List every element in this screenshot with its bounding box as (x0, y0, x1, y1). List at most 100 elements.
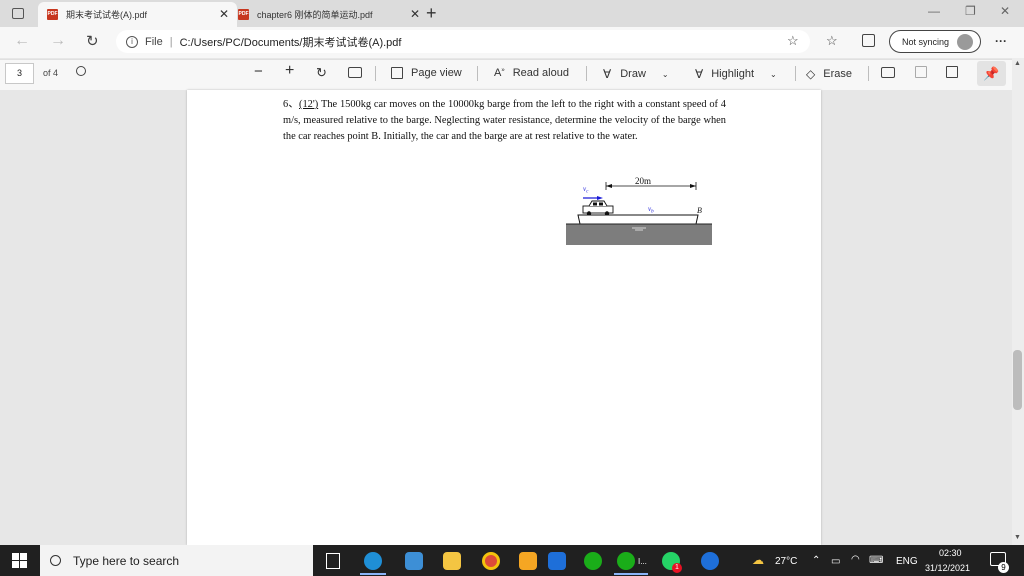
divider (586, 66, 587, 81)
new-tab-button[interactable]: + (426, 3, 437, 24)
barge-hull (577, 214, 699, 225)
car-velocity-label: vc (583, 185, 589, 195)
problem-figure: 20m vc vb B (566, 176, 712, 245)
clock-date[interactable]: 31/12/2021 (925, 563, 970, 573)
save-as-icon[interactable] (946, 66, 958, 78)
pdf-icon: PDF (238, 9, 249, 20)
vertical-scrollbar[interactable] (1012, 58, 1024, 545)
save-icon[interactable] (915, 66, 927, 78)
language-indicator[interactable]: ENG (896, 556, 918, 567)
barge-velocity-label: vb (648, 205, 654, 215)
collections-icon[interactable] (862, 34, 875, 47)
problem-text: The 1500kg car moves on the 10000kg barg… (283, 99, 726, 142)
draw-icon: ∀ (603, 67, 612, 81)
file-scheme-label: File (145, 35, 163, 48)
tab-title: 期末考试试卷(A).pdf (66, 10, 148, 20)
battery-icon[interactable]: ▭ (831, 556, 840, 567)
avatar (957, 33, 974, 50)
store-icon[interactable] (519, 552, 537, 570)
distance-label: 20m (635, 176, 651, 186)
info-icon[interactable]: i (126, 35, 138, 48)
page-number-input[interactable]: 3 (5, 63, 34, 84)
wifi-icon[interactable]: ◠ (851, 554, 860, 565)
divider: | (169, 35, 173, 48)
restore-icon[interactable]: ❐ (965, 4, 976, 18)
search-icon[interactable] (76, 66, 86, 76)
keyboard-icon[interactable]: ⌨ (869, 555, 883, 566)
clock-time[interactable]: 02:30 (939, 548, 962, 558)
rotate-icon[interactable]: ↻ (316, 65, 327, 81)
erase-label: Erase (823, 68, 852, 80)
read-aloud-button[interactable]: A» Read aloud (494, 67, 569, 79)
edge-active-indicator (360, 573, 386, 575)
divider (868, 66, 869, 81)
draw-button[interactable]: ∀ Draw ⌄ (603, 67, 669, 81)
eraser-icon: ◇ (806, 67, 816, 81)
edge-icon[interactable] (364, 552, 382, 570)
address-input[interactable]: i File | C:/Users/PC/Documents/期末考试试卷(A)… (116, 30, 810, 53)
page-view-label: Page view (411, 67, 462, 79)
window-close-icon[interactable]: ✕ (1000, 4, 1010, 18)
mail-icon[interactable] (548, 552, 566, 570)
page-total-label: of 4 (43, 68, 59, 78)
wechat-window-icon[interactable] (617, 552, 635, 570)
back-icon[interactable]: ← (14, 32, 30, 50)
car-velocity-arrowhead (597, 196, 603, 200)
pin-icon: 📌 (983, 66, 1000, 81)
divider (795, 66, 796, 81)
scroll-thumb[interactable] (1013, 350, 1022, 410)
close-icon[interactable]: ✕ (410, 7, 420, 21)
profile-sync-button[interactable]: Not syncing (889, 30, 981, 53)
task-view-icon[interactable] (326, 553, 340, 569)
chevron-down-icon[interactable]: ⌄ (662, 70, 669, 79)
erase-button[interactable]: ◇ Erase (806, 67, 852, 81)
zoom-in-icon[interactable]: + (285, 62, 294, 80)
pdf-icon: PDF (47, 9, 58, 20)
divider (477, 66, 478, 81)
more-menu-icon[interactable]: ··· (995, 34, 1007, 48)
close-icon[interactable]: ✕ (219, 7, 229, 21)
minimize-icon[interactable]: — (928, 4, 940, 18)
forward-icon[interactable]: → (50, 32, 66, 50)
page-view-icon (391, 67, 403, 79)
problem-points: (12') (299, 99, 319, 110)
pin-toolbar-button[interactable]: 📌 (977, 61, 1006, 86)
wechat-window-label: I... (638, 557, 647, 566)
windows-start-icon[interactable] (12, 553, 27, 568)
taskbar-search-input[interactable]: Type here to search (40, 545, 313, 576)
update-icon[interactable] (701, 552, 719, 570)
highlight-button[interactable]: ∀ Highlight ⌄ (695, 67, 777, 81)
weather-temperature[interactable]: 27°C (775, 556, 797, 567)
chevron-down-icon[interactable]: ⌄ (770, 70, 777, 79)
draw-label: Draw (620, 68, 646, 80)
tab-actions-icon[interactable] (12, 8, 24, 19)
scroll-up-icon[interactable]: ▲ (1014, 60, 1021, 67)
page-view-button[interactable]: Page view (391, 67, 462, 79)
tab-exam-pdf[interactable]: PDF 期末考试试卷(A).pdf ✕ (38, 2, 237, 27)
chevron-up-icon[interactable]: ⌃ (812, 555, 820, 566)
car-icon (582, 200, 614, 216)
sync-label: Not syncing (902, 36, 950, 47)
wechat-icon[interactable] (584, 552, 602, 570)
zoom-out-icon[interactable]: − (254, 63, 263, 80)
favorite-add-icon[interactable]: ☆ (787, 33, 799, 49)
wechat-active-indicator (614, 573, 648, 575)
fit-page-icon[interactable] (348, 67, 362, 78)
print-icon[interactable] (881, 67, 895, 78)
whatsapp-badge: 1 (672, 563, 682, 573)
tab-chapter6-pdf[interactable]: PDF chapter6 刚体的简单运动.pdf ✕ (229, 2, 428, 27)
search-placeholder: Type here to search (73, 553, 180, 568)
tab-title: chapter6 刚体的简单运动.pdf (257, 10, 373, 20)
problem-paragraph: 6、(12') The 1500kg car moves on the 1000… (283, 97, 726, 145)
refresh-icon[interactable]: ↻ (86, 32, 99, 50)
water-body (566, 224, 712, 245)
file-download-icon[interactable] (405, 552, 423, 570)
search-icon (50, 555, 61, 566)
scroll-down-icon[interactable]: ▼ (1014, 534, 1021, 541)
url-text: C:/Users/PC/Documents/期末考试试卷(A).pdf (179, 36, 402, 49)
file-explorer-icon[interactable] (443, 552, 461, 570)
favorites-icon[interactable]: ☆ (826, 33, 838, 49)
weather-icon[interactable]: ☁ (752, 553, 764, 567)
highlight-label: Highlight (711, 68, 755, 80)
chrome-icon[interactable] (482, 552, 500, 570)
